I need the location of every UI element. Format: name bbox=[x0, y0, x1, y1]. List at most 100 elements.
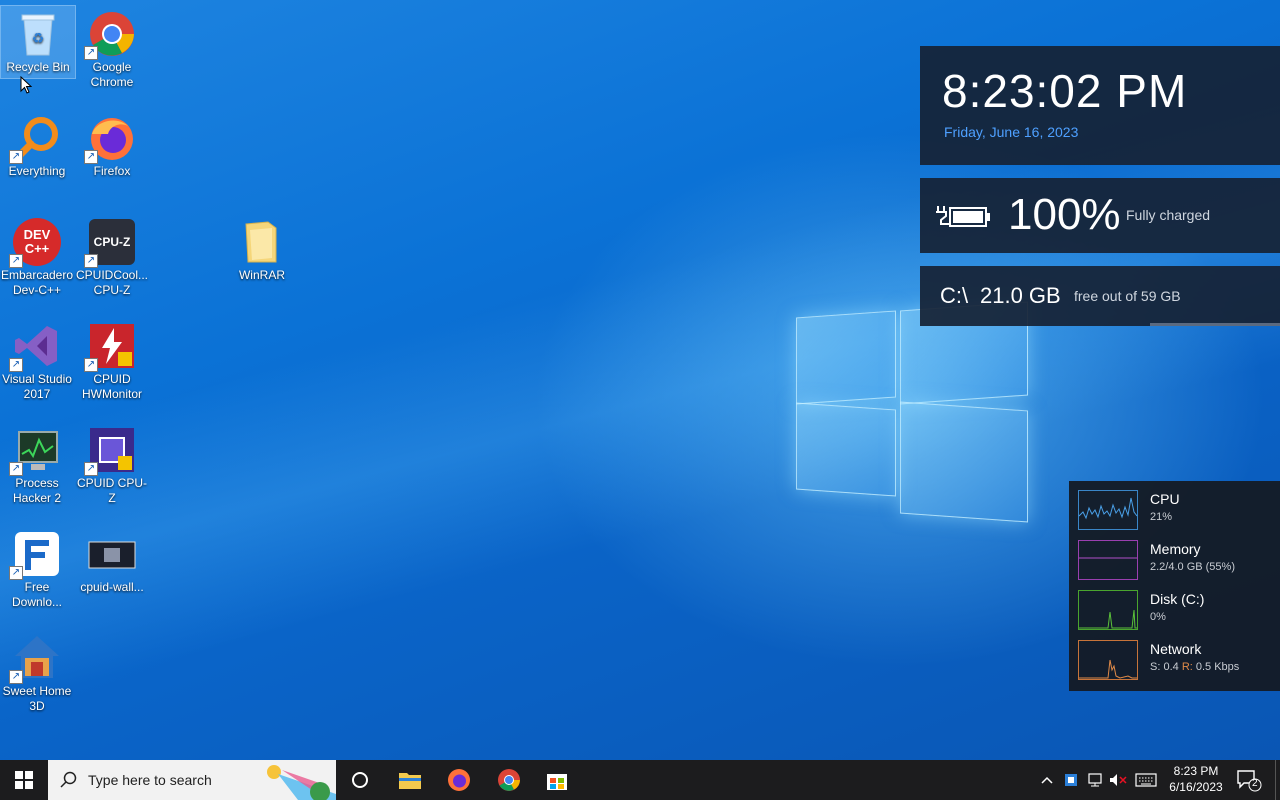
desktop-icon-process-hacker-2[interactable]: ↗ Process Hacker 2 bbox=[0, 422, 74, 506]
search-placeholder: Type here to search bbox=[88, 772, 212, 788]
perf-disk-value: 0% bbox=[1150, 611, 1166, 623]
taskbar: Type here to search 8:23 PM 6/16/2023 2 bbox=[0, 760, 1280, 800]
desktop-icon-winrar[interactable]: WinRAR bbox=[225, 214, 299, 283]
desktop-icon-dev-cpp[interactable]: DEV C++ ↗ Embarcadero Dev-C++ bbox=[0, 214, 74, 298]
desktop-icon-label: Sweet Home 3D bbox=[2, 684, 72, 713]
shortcut-arrow-icon: ↗ bbox=[9, 150, 23, 164]
action-center-button[interactable]: 2 bbox=[1234, 760, 1264, 800]
desktop-icon-label: Everything bbox=[8, 164, 66, 178]
shortcut-arrow-icon: ↗ bbox=[9, 358, 23, 372]
visual-studio-icon: ↗ bbox=[9, 322, 61, 372]
perf-row-cpu[interactable]: CPU 21% bbox=[1078, 490, 1278, 532]
desktop-icon-firefox[interactable]: ↗ Firefox bbox=[75, 110, 149, 179]
store-icon bbox=[547, 774, 567, 790]
chrome-icon: ↗ bbox=[84, 10, 136, 60]
performance-monitor[interactable]: CPU 21% Memory 2.2/4.0 GB (55%) Disk (C:… bbox=[1069, 481, 1280, 691]
tray-clock[interactable]: 8:23 PM 6/16/2023 bbox=[1160, 763, 1232, 795]
shortcut-arrow-icon: ↗ bbox=[9, 462, 23, 476]
desktop-icon-label: WinRAR bbox=[238, 268, 285, 282]
desktop-icon-cpuid-wallpaper[interactable]: cpuid-wall... bbox=[75, 526, 149, 595]
perf-cpu-value: 21% bbox=[1150, 511, 1173, 523]
desktop-icon-cpuid-cpu-z[interactable]: ↗ CPUID CPU-Z bbox=[75, 422, 149, 506]
taskbar-chrome[interactable] bbox=[485, 760, 533, 800]
tray-keyboard-button[interactable] bbox=[1132, 760, 1160, 800]
perf-row-network[interactable]: Network S: 0.4 R: 0.5 Kbps bbox=[1078, 640, 1278, 682]
battery-status: Fully charged bbox=[1126, 207, 1211, 223]
battery-widget[interactable]: 100% Fully charged bbox=[920, 178, 1280, 253]
clock-date: Friday, June 16, 2023 bbox=[944, 124, 1079, 140]
tray-network-button[interactable] bbox=[1084, 760, 1106, 800]
tray-clock-date: 6/16/2023 bbox=[1169, 780, 1223, 794]
magnifier-icon: ↗ bbox=[9, 114, 61, 164]
search-icon bbox=[60, 771, 77, 788]
tray-app-icon-graphic bbox=[1065, 774, 1077, 786]
keyboard-icon bbox=[1135, 773, 1157, 787]
disk-total-space: free out of 59 GB bbox=[1074, 288, 1181, 304]
desktop-icon-label: Firefox bbox=[93, 164, 131, 178]
show-hidden-icons-button[interactable] bbox=[1036, 760, 1058, 800]
hwmonitor-icon: ↗ bbox=[84, 322, 136, 372]
cortana-circle-icon bbox=[352, 772, 368, 788]
start-button[interactable] bbox=[0, 760, 48, 800]
desktop-icon-label: cpuid-wall... bbox=[80, 580, 144, 594]
memory-graph bbox=[1078, 540, 1138, 580]
perf-network-value: S: 0.4 R: 0.5 Kbps bbox=[1150, 661, 1240, 673]
windows-logo-wallpaper bbox=[796, 300, 1028, 523]
file-explorer-icon bbox=[399, 773, 421, 789]
shortcut-arrow-icon: ↗ bbox=[84, 150, 98, 164]
notification-count-badge: 2 bbox=[1252, 778, 1258, 789]
clock-widget[interactable]: 8:23:02 PM Friday, June 16, 2023 bbox=[920, 46, 1280, 165]
devcpp-icon: DEV C++ ↗ bbox=[9, 218, 61, 268]
desktop-icon-label: Google Chrome bbox=[90, 60, 134, 89]
free-download-manager-icon: ↗ bbox=[9, 530, 61, 580]
notification-icon bbox=[1237, 770, 1262, 792]
svg-text:♻: ♻ bbox=[32, 30, 45, 46]
process-hacker-icon: ↗ bbox=[9, 426, 61, 476]
desktop-icon-sweet-home-3d[interactable]: ↗ Sweet Home 3D bbox=[0, 630, 74, 714]
desktop-icon-free-download-manager[interactable]: ↗ Free Downlo... bbox=[0, 526, 74, 610]
task-view-button[interactable] bbox=[336, 760, 384, 800]
battery-percent: 100% bbox=[1008, 190, 1121, 239]
perf-row-disk[interactable]: Disk (C:) 0% bbox=[1078, 590, 1278, 632]
clock-time: 8:23:02 PM bbox=[942, 65, 1188, 117]
perf-memory-value: 2.2/4.0 GB (55%) bbox=[1150, 561, 1235, 573]
shortcut-arrow-icon: ↗ bbox=[9, 254, 23, 268]
disk-drive-label: C:\ bbox=[940, 283, 969, 308]
perf-row-memory[interactable]: Memory 2.2/4.0 GB (55%) bbox=[1078, 540, 1278, 582]
windows-start-icon bbox=[15, 771, 33, 789]
tray-volume-button[interactable] bbox=[1107, 760, 1129, 800]
chevron-up-icon bbox=[1041, 776, 1053, 784]
desktop-icon-cpuid-hwmonitor[interactable]: ↗ CPUID HWMonitor bbox=[75, 318, 149, 402]
folder-icon bbox=[238, 218, 286, 266]
desktop-icon-label: CPUID CPU-Z bbox=[76, 476, 147, 505]
shortcut-arrow-icon: ↗ bbox=[84, 358, 98, 372]
shortcut-arrow-icon: ↗ bbox=[84, 46, 98, 60]
show-desktop-strip[interactable] bbox=[1275, 760, 1280, 800]
taskbar-microsoft-store[interactable] bbox=[533, 760, 581, 800]
speaker-muted-icon bbox=[1110, 774, 1127, 786]
mouse-cursor-icon bbox=[20, 75, 33, 99]
desktop-icon-recycle-bin[interactable]: ♻ Recycle Bin bbox=[0, 5, 76, 79]
cpuz-icon: CPU-Z ↗ bbox=[84, 218, 136, 268]
search-highlight-illustration-icon bbox=[267, 765, 336, 800]
shortcut-arrow-icon: ↗ bbox=[84, 462, 98, 476]
taskbar-search-box[interactable]: Type here to search bbox=[48, 760, 336, 800]
recycle-bin-icon: ♻ bbox=[14, 10, 62, 58]
disk-free-space: 21.0 GB bbox=[980, 283, 1061, 308]
tray-clock-time: 8:23 PM bbox=[1173, 764, 1219, 778]
taskbar-firefox[interactable] bbox=[435, 760, 483, 800]
desktop-icon-cpuid-cooler-cpu-z[interactable]: CPU-Z ↗ CPUIDCool... CPU-Z bbox=[75, 214, 149, 298]
disk-widget[interactable]: C:\ 21.0 GB free out of 59 GB bbox=[920, 266, 1280, 326]
desktop-icon-label: Embarcadero Dev-C++ bbox=[0, 268, 74, 297]
taskbar-file-explorer[interactable] bbox=[386, 760, 434, 800]
perf-cpu-label: CPU bbox=[1150, 491, 1180, 507]
desktop-icon-label: Recycle Bin bbox=[6, 60, 70, 74]
desktop-icon-google-chrome[interactable]: ↗ Google Chrome bbox=[75, 6, 149, 90]
network-graph bbox=[1078, 640, 1138, 680]
desktop-icon-label: CPUIDCool... CPU-Z bbox=[75, 268, 149, 297]
desktop-icon-everything[interactable]: ↗ Everything bbox=[0, 110, 74, 179]
desktop-icon-visual-studio-2017[interactable]: ↗ Visual Studio 2017 bbox=[0, 318, 74, 402]
tray-app-icon[interactable] bbox=[1061, 760, 1081, 800]
disk-usage-bar bbox=[1150, 323, 1280, 326]
firefox-icon bbox=[448, 769, 470, 791]
